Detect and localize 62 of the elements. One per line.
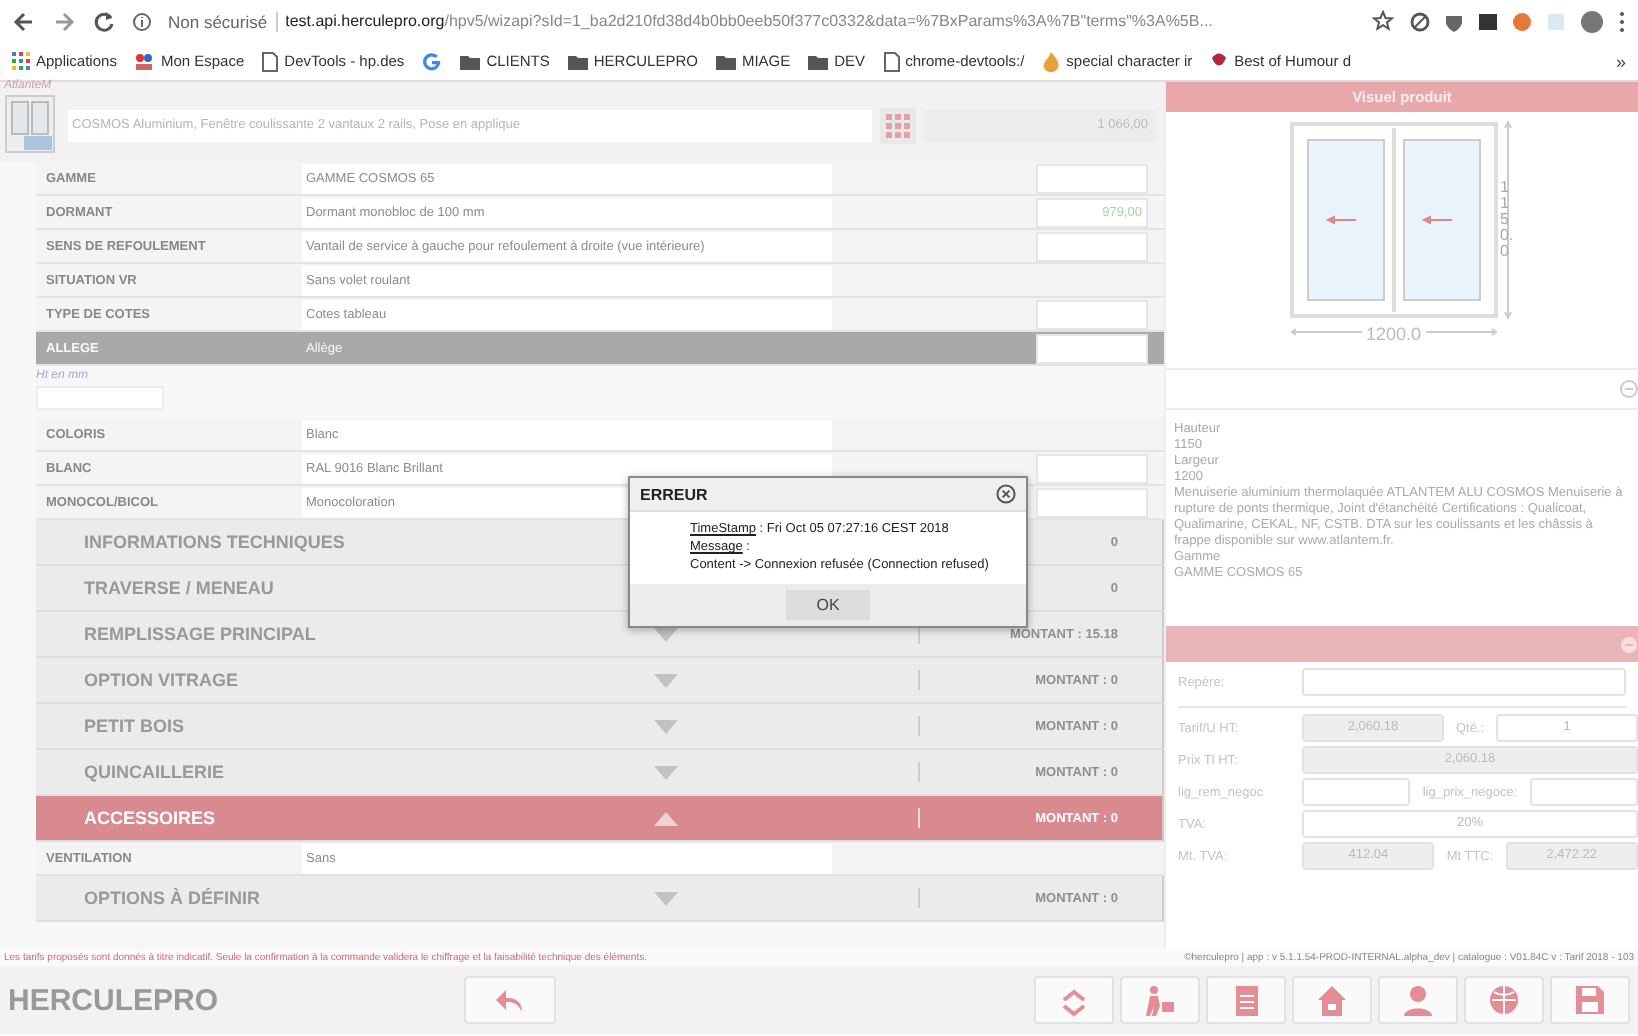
extension-icon[interactable] xyxy=(1512,11,1532,31)
people-icon xyxy=(134,51,155,71)
input-field[interactable] xyxy=(1529,778,1638,806)
globe-icon xyxy=(1488,983,1520,1017)
price-field[interactable] xyxy=(1036,299,1148,329)
menu-icon[interactable] xyxy=(1618,9,1626,33)
collapse-circle-icon[interactable] xyxy=(1620,635,1638,653)
folder-icon xyxy=(808,53,829,69)
price-field[interactable] xyxy=(1036,163,1148,193)
url-text: test.api.herculepro.org/hpv5/wizapi?sId=1_ba2d210fd38d4b0bb0eeb50f377c0332&data=%7BxParams%3A%7B"terms"%3A%5B... xyxy=(285,12,1215,30)
person-cart-icon xyxy=(1144,983,1176,1017)
star-icon[interactable] xyxy=(1372,10,1394,32)
security-label: Non sécurisé xyxy=(168,11,278,31)
expand-caret-icon xyxy=(654,765,678,779)
globe-button[interactable] xyxy=(1464,976,1544,1024)
account-button[interactable] xyxy=(1378,976,1458,1024)
back-button[interactable] xyxy=(464,976,556,1024)
address-bar[interactable]: Non sécurisé test.api.herculepro.org/hpv5/wizapi?sId=1_ba2d210fd38d4b0bb0eeb50f377c0332&data=%7BxParams%3A%7B"terms"%3A%5B... xyxy=(168,10,1394,32)
close-icon[interactable] xyxy=(996,484,1016,504)
price-field[interactable] xyxy=(1036,487,1148,517)
save-button[interactable] xyxy=(1550,976,1630,1024)
customer-button[interactable] xyxy=(1120,976,1200,1024)
folder-icon xyxy=(460,53,481,69)
flame-icon xyxy=(1042,51,1061,71)
more-bookmarks[interactable]: » xyxy=(1615,51,1626,71)
folder-icon xyxy=(715,53,736,69)
document-icon xyxy=(1230,983,1262,1017)
house-icon xyxy=(1316,983,1348,1017)
price-field[interactable] xyxy=(1036,231,1148,261)
expand-caret-icon xyxy=(654,673,678,687)
collapse-circle-icon[interactable] xyxy=(1620,380,1638,398)
toggle-button[interactable] xyxy=(1034,976,1114,1024)
home-button[interactable] xyxy=(1292,976,1372,1024)
apps-grid-icon xyxy=(12,52,30,70)
page-icon xyxy=(262,51,279,71)
ok-button[interactable]: OK xyxy=(786,590,870,620)
forward-icon[interactable] xyxy=(52,9,76,33)
info-icon xyxy=(132,11,152,31)
expand-caret-icon xyxy=(654,719,678,733)
dimension-label: 1150.0 xyxy=(1500,180,1510,260)
person-icon xyxy=(1402,983,1434,1017)
document-button[interactable] xyxy=(1206,976,1286,1024)
input-field[interactable] xyxy=(1302,778,1411,806)
return-arrow-icon xyxy=(494,986,526,1014)
expand-caret-icon xyxy=(654,891,678,905)
reload-icon[interactable] xyxy=(92,9,116,33)
shield-icon[interactable] xyxy=(1444,11,1464,31)
google-icon[interactable] xyxy=(422,51,443,71)
grid-icon[interactable] xyxy=(880,108,916,144)
lips-icon xyxy=(1210,52,1229,70)
back-icon[interactable] xyxy=(12,9,36,33)
herculepro-logo: HERCULEPRO xyxy=(8,983,221,1017)
save-icon xyxy=(1574,983,1606,1017)
dimension-label: 1200.0 xyxy=(1362,324,1426,344)
avatar-icon[interactable] xyxy=(1580,9,1604,33)
folder-icon xyxy=(567,53,588,69)
blocked-circle-icon[interactable] xyxy=(1410,11,1430,31)
dialog-title: ERREUR xyxy=(640,485,708,503)
collapse-caret-icon xyxy=(654,811,678,825)
page-icon xyxy=(883,51,900,71)
price-field[interactable] xyxy=(1036,453,1148,483)
dropdown-field[interactable] xyxy=(1302,668,1626,696)
